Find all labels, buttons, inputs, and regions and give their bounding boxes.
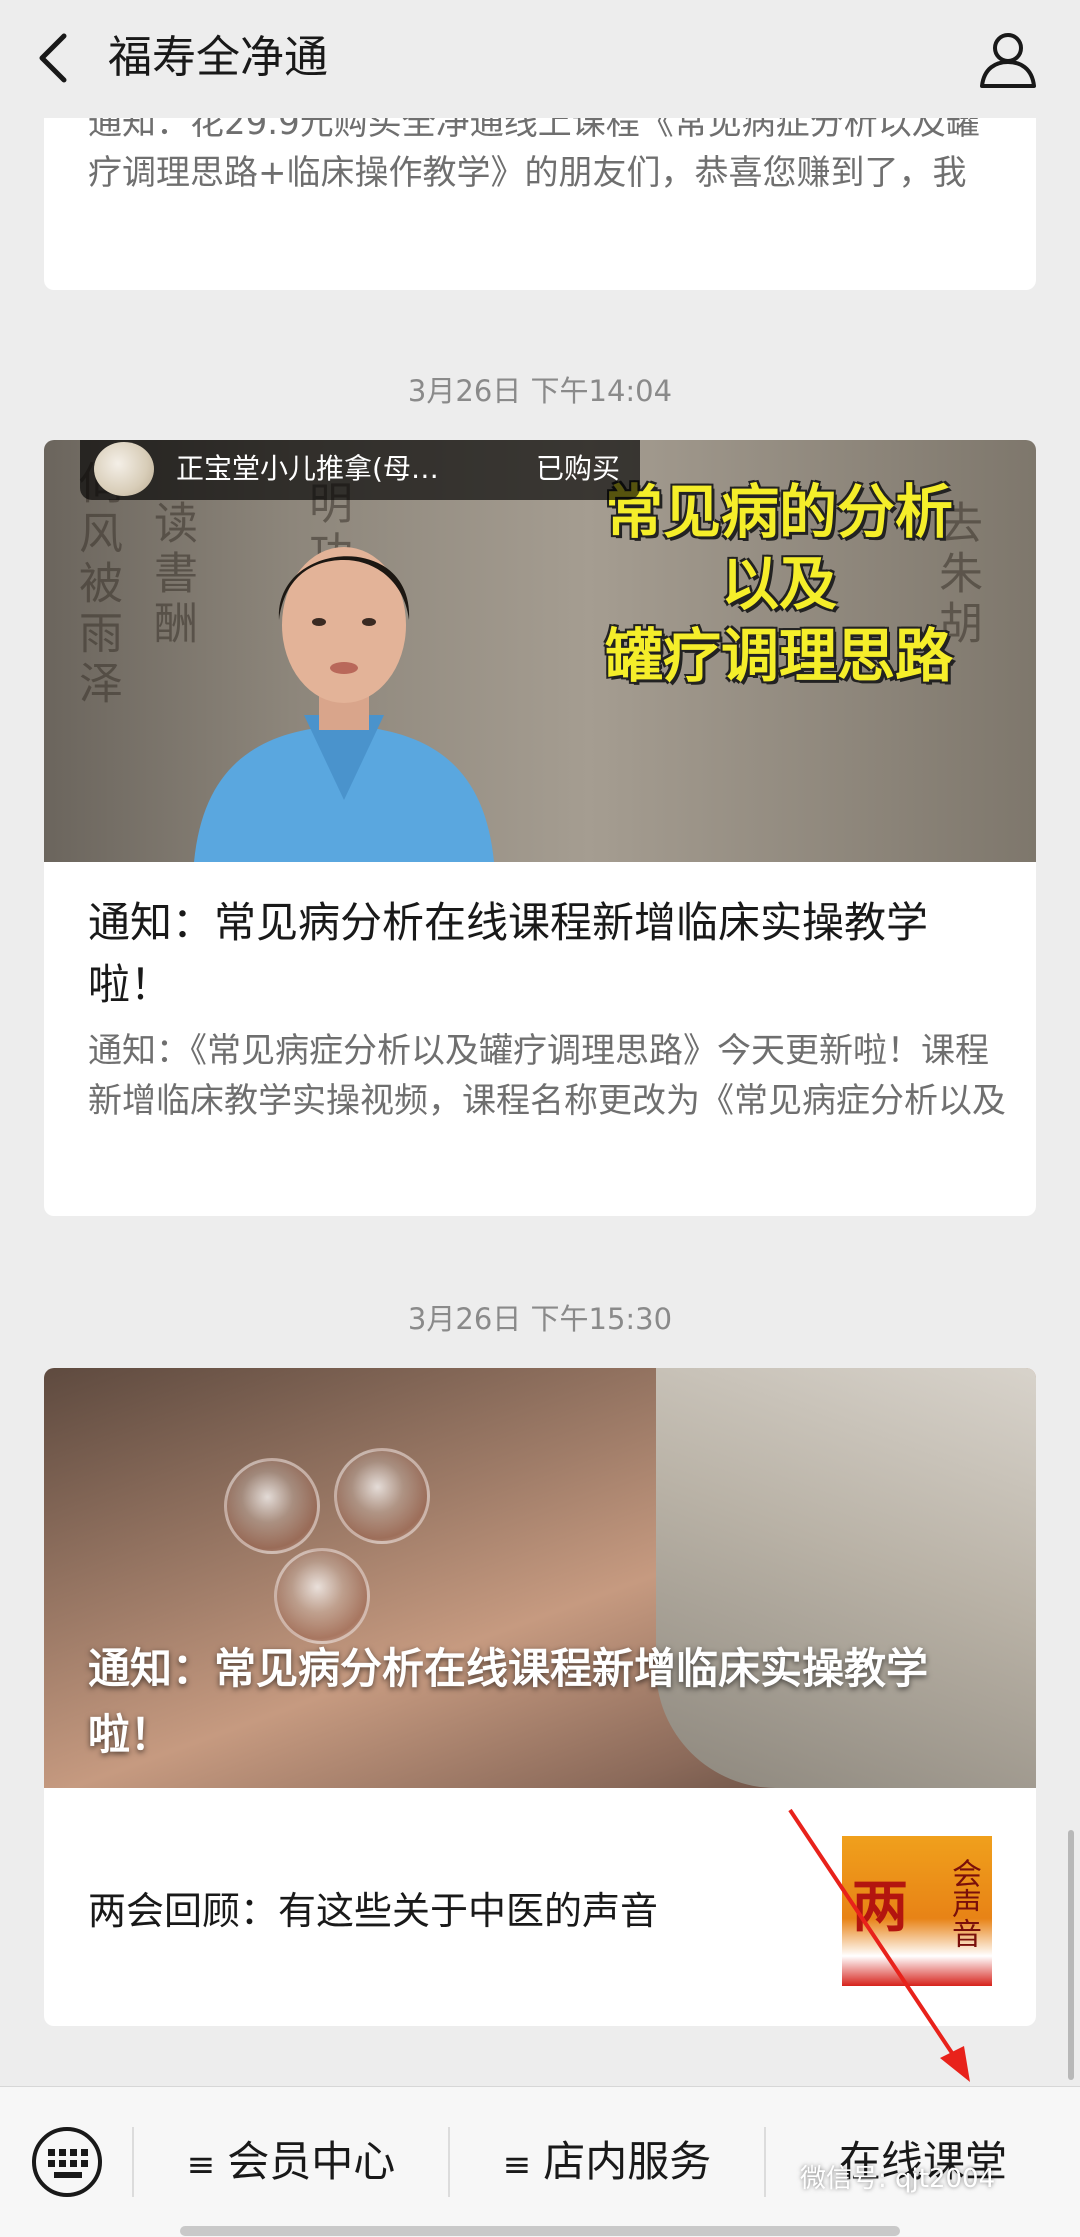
article-headline: 通知：常见病分析在线课程新增临床实操教学啦！ [88,898,929,1009]
keyboard-icon[interactable] [30,2125,104,2199]
purchase-badge: 正宝堂小儿推拿(母… 已购买 [80,440,640,500]
back-arrow-icon[interactable] [34,30,74,86]
article-summary: 通知：《常见病症分析以及罐疗调理思路》今天更新啦！课程新增临床教学实操视频，课程… [88,1031,1006,1121]
cupping-cup [334,1448,430,1544]
home-indicator [180,2226,900,2236]
article-cover-image[interactable]: 伺风被雨泽 读書酬 明功事 去朱胡 常见病的分析 以及 罐疗调理思路 [44,440,1036,862]
menu-hamburger-icon: ≡ [502,2145,532,2185]
purchase-status: 已购买 [536,452,621,485]
article-cover-image[interactable]: 通知：常见病分析在线课程新增临床实操教学啦！ [44,1368,1036,1788]
red-arrow-annotation [788,1808,970,2082]
sub-article-title: 两会回顾：有这些关于中医的声音 [88,1889,659,1933]
instructor-figure [194,547,494,862]
scrollbar[interactable] [1068,1830,1074,2080]
buyer-name: 正宝堂小儿推拿(母… [176,452,439,485]
profile-icon[interactable] [976,28,1040,92]
menu-hamburger-icon: ≡ [186,2145,216,2185]
cupping-cup [274,1548,370,1644]
menu-item-store-services[interactable]: ≡ 店内服务 [450,2127,764,2197]
cover-title-line: 以及 [720,550,837,618]
wechat-watermark: 微信号: qjt2004 [800,2164,996,2194]
menu-item-member-center[interactable]: ≡ 会员中心 [134,2127,448,2197]
avatar [94,442,154,496]
cupping-cup [224,1458,320,1554]
cover-title-line: 罐疗调理思路 [604,622,953,690]
message-list[interactable]: 通知：花29.9元购买全净通线上课程《常见病症分析以及罐疗调理思路+临床操作教学… [0,0,1080,2085]
message-timestamp: 3月26日 下午15:30 [407,1302,673,1336]
message-timestamp: 3月26日 下午14:04 [407,374,673,408]
article-headline: 通知：常见病分析在线课程新增临床实操教学啦！ [88,1644,929,1759]
menu-item-label: 会员中心 [227,2137,396,2186]
cover-title-overlay: 常见病的分析 以及 罐疗调理思路 [544,476,1014,692]
menu-item-label: 店内服务 [543,2137,712,2186]
top-nav-bar: 福寿全净通 [0,0,1080,118]
page-title: 福寿全净通 [108,32,328,83]
article-card-2[interactable]: 伺风被雨泽 读書酬 明功事 去朱胡 常见病的分析 以及 罐疗调理思路 [44,440,1036,1216]
